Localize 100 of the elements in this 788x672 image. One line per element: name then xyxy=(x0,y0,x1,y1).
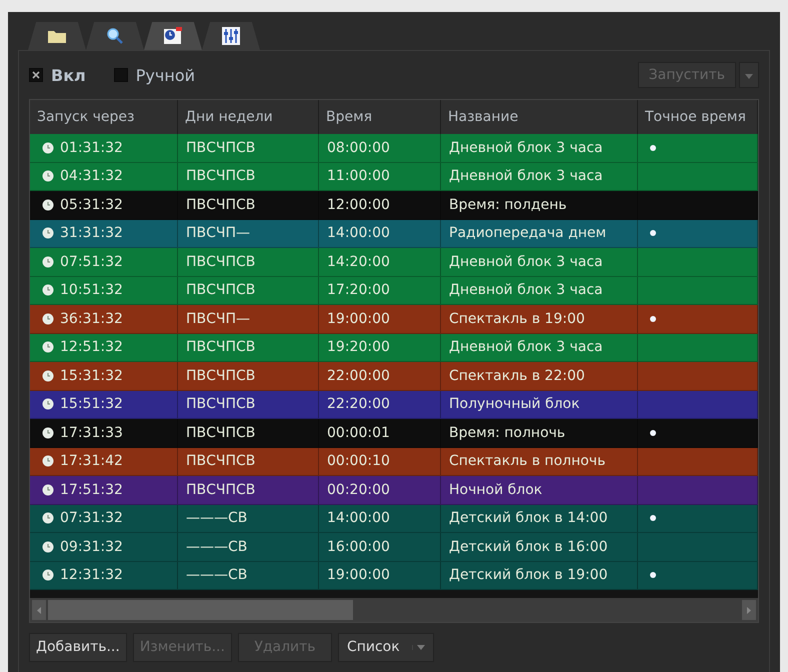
table-cell: ПВСЧПСВ xyxy=(186,482,256,498)
table-cell: 19:20:00 xyxy=(327,339,390,356)
table-cell: ПВСЧПСВ xyxy=(186,168,256,184)
table-row[interactable]: 07:51:32 ПВСЧПСВ 14:20:00 Дневной блок 3 часа xyxy=(30,248,758,276)
table-cell: Детский блок в 16:00 xyxy=(449,538,608,555)
clock-icon xyxy=(42,426,54,439)
table-cell: 14:00:00 xyxy=(327,225,390,242)
table-row[interactable]: 31:31:32 ПВСЧП— 14:00:00 Радиопередача днем xyxy=(30,220,758,248)
table-cell: 22:20:00 xyxy=(327,396,390,412)
clock-icon xyxy=(42,227,54,240)
checkbox[interactable] xyxy=(114,68,128,82)
scroll-right-button[interactable] xyxy=(742,600,756,620)
table-row[interactable]: 07:31:32 ———СВ 14:00:00 Детский блок в 14:00 xyxy=(30,504,758,533)
right-arrow-icon xyxy=(747,606,751,614)
table-cell: 36:31:32 xyxy=(60,310,123,327)
clock-icon xyxy=(42,512,54,524)
table-row[interactable]: 17:31:33 ПВСЧПСВ 00:00:01 Время: полночь xyxy=(30,419,758,448)
clock-icon xyxy=(42,284,54,296)
clock-icon xyxy=(42,198,54,211)
table-cell: 04:31:32 xyxy=(60,168,123,184)
checkbox-option[interactable]: Ручной xyxy=(114,66,195,84)
table-row[interactable]: 05:31:32 ПВСЧПСВ 12:00:00 Время: полдень xyxy=(30,191,758,220)
table-cell: Дневной блок 3 часа xyxy=(449,140,603,156)
table-cell: 22:00:00 xyxy=(327,368,390,384)
clock-icon xyxy=(42,370,54,382)
table-cell: 12:31:32 xyxy=(60,567,123,584)
table-cell: ПВСЧП— xyxy=(186,225,250,242)
table-cell: Дневной блок 3 часа xyxy=(449,168,603,184)
table-cell: ПВСЧПСВ xyxy=(186,140,256,156)
table-row[interactable]: 15:51:32 ПВСЧПСВ 22:20:00 Полуночный блок xyxy=(30,390,758,419)
table-cell: Спектакль в 22:00 xyxy=(449,368,585,384)
clock-icon xyxy=(42,341,54,354)
table-cell: 19:00:00 xyxy=(327,567,390,584)
action-button[interactable]: Добавить... xyxy=(29,632,127,662)
table-cell: 07:51:32 xyxy=(60,254,123,270)
clock-icon xyxy=(42,398,54,410)
table-cell: Радиопередача днем xyxy=(449,225,606,242)
clock-icon xyxy=(42,256,54,268)
table-cell: 19:00:00 xyxy=(327,310,390,327)
table-cell: Детский блок в 14:00 xyxy=(449,510,608,526)
table-cell: 07:31:32 xyxy=(60,510,123,526)
table-cell: ПВСЧПСВ xyxy=(186,254,256,270)
scroll-thumb[interactable] xyxy=(48,600,353,620)
dropdown-button[interactable] xyxy=(739,62,759,88)
checkbox[interactable] xyxy=(29,68,43,82)
table-cell: 15:51:32 xyxy=(60,396,123,412)
table-cell: ———СВ xyxy=(186,567,248,584)
table-row[interactable]: 01:31:32 ПВСЧПСВ 08:00:00 Дневной блок 3 часа xyxy=(30,134,758,162)
table-cell: 08:00:00 xyxy=(327,140,390,156)
table-row[interactable]: 04:31:32 ПВСЧПСВ 11:00:00 Дневной блок 3 часа xyxy=(30,162,758,191)
mixer-icon xyxy=(222,27,240,45)
clock-icon xyxy=(42,455,54,468)
action-button[interactable]: Список xyxy=(338,632,434,662)
table-cell: 05:31:32 xyxy=(60,196,123,213)
table-cell: ПВСЧПСВ xyxy=(186,339,256,356)
search-icon xyxy=(105,27,125,45)
clock-icon xyxy=(42,170,54,182)
table-cell: 12:00:00 xyxy=(327,196,390,213)
table-row[interactable]: 17:31:42 ПВСЧПСВ 00:00:10 Спектакль в полночь xyxy=(30,448,758,476)
table-cell: Детский блок в 19:00 xyxy=(449,567,608,584)
scroll-left-button[interactable] xyxy=(32,600,46,620)
table-cell: 15:31:32 xyxy=(60,368,123,384)
left-arrow-icon xyxy=(37,606,41,614)
table-cell: 10:51:32 xyxy=(60,282,123,298)
table-row[interactable]: 12:51:32 ПВСЧПСВ 19:20:00 Дневной блок 3 часа xyxy=(30,334,758,362)
horizontal-scrollbar[interactable] xyxy=(30,598,758,622)
table-row[interactable]: 36:31:32 ПВСЧП— 19:00:00 Спектакль в 19:00 xyxy=(30,305,758,334)
table-cell: Время: полдень xyxy=(449,196,567,213)
table-cell: 17:20:00 xyxy=(327,282,390,298)
checkbox-option[interactable]: Вкл xyxy=(29,66,86,84)
table-row[interactable]: 15:31:32 ПВСЧПСВ 22:00:00 Спектакль в 22:00 xyxy=(30,362,758,390)
clock-icon xyxy=(42,312,54,325)
folder-icon xyxy=(47,28,67,44)
table-row[interactable]: 12:31:32 ———СВ 19:00:00 Детский блок в 19:00 xyxy=(30,562,758,590)
table-cell: ПВСЧПСВ xyxy=(186,424,256,441)
clock-icon xyxy=(42,540,54,553)
table-row[interactable]: 09:31:32 ———СВ 16:00:00 Детский блок в 16:00 xyxy=(30,533,758,562)
caret-icon xyxy=(412,644,425,650)
caret-icon xyxy=(745,74,753,79)
clock-icon xyxy=(42,569,54,582)
table-cell: 16:00:00 xyxy=(327,538,390,555)
clock-icon xyxy=(42,484,54,496)
table-row[interactable]: 17:51:32 ПВСЧПСВ 00:20:00 Ночной блок xyxy=(30,476,758,504)
table-cell: 17:31:33 xyxy=(60,424,123,441)
clock-icon xyxy=(42,142,54,154)
table-cell: 09:31:32 xyxy=(60,538,123,555)
table-cell: 14:00:00 xyxy=(327,510,390,526)
table-cell: 31:31:32 xyxy=(60,225,123,242)
table-cell: 17:51:32 xyxy=(60,482,123,498)
table-cell: Дневной блок 3 часа xyxy=(449,282,603,298)
table-cell: Спектакль в 19:00 xyxy=(449,310,585,327)
table-row[interactable]: 10:51:32 ПВСЧПСВ 17:20:00 Дневной блок 3 часа xyxy=(30,276,758,305)
calendar-clock-icon xyxy=(163,27,183,45)
table-cell: Ночной блок xyxy=(449,482,542,498)
table-cell: 01:31:32 xyxy=(60,140,123,156)
table-cell: ПВСЧПСВ xyxy=(186,396,256,412)
table-cell: ПВСЧПСВ xyxy=(186,453,256,470)
table-cell: Дневной блок 3 часа xyxy=(449,339,603,356)
table-cell: ———СВ xyxy=(186,510,248,526)
table-cell: 12:51:32 xyxy=(60,339,123,356)
